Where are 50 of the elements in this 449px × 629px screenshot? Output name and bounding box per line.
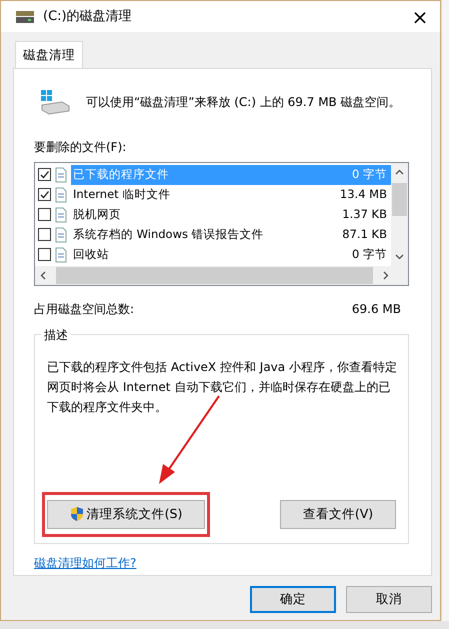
tab[interactable]: 磁盘清理 [15,41,83,69]
checkmark-icon [39,189,50,200]
file-name: 脱机网页 [73,206,121,224]
file-icon [54,246,68,263]
file-size: 87.1 KB [342,226,387,244]
scroll-thumb[interactable] [56,266,373,284]
file-icon [54,186,68,203]
scroll-up-icon [395,168,404,177]
scroll-thumb[interactable] [392,182,407,216]
shield-icon [70,506,84,522]
file-row[interactable]: 脱机网页 1.37 KB [35,204,391,225]
drive-icon [15,10,35,24]
file-icon [54,226,68,243]
description-text: 已下载的程序文件包括 ActiveX 控件和 Java 小程序，你查看特定网页时将会从 Internet 自动下载它们，并临时保存在硬盘上的已下载的程序文件夹中。 [47,358,398,416]
window-title: (C:)的磁盘清理 [43,8,132,26]
close-button[interactable]: × [400,6,440,28]
file-icon [54,166,68,183]
file-size: 0 字节 [352,246,387,264]
horizontal-scrollbar[interactable] [35,266,408,285]
dialog-button[interactable]: 取消 [346,586,432,613]
scroll-down-icon [395,252,404,261]
total-label: 占用磁盘空间总数: [34,300,134,318]
total-value: 69.6 MB [352,300,401,318]
vertical-scrollbar[interactable] [391,162,408,266]
scroll-right-icon [381,270,390,280]
checkmark-icon [39,169,50,180]
summary-text: 可以使用“磁盘清理”来释放 (C:) 上的 69.7 MB 磁盘空间。 [86,94,401,111]
checkbox[interactable] [38,228,51,242]
action-button[interactable]: 清理系统文件(S) [47,500,205,529]
checkbox[interactable] [38,188,51,202]
file-size: 13.4 MB [340,186,387,204]
file-row[interactable]: Internet 临时文件 13.4 MB [35,184,391,205]
action-button[interactable]: 查看文件(V) [280,500,396,529]
file-row[interactable]: 回收站 0 字节 [35,244,391,265]
dialog-button[interactable]: 确定 [250,586,336,613]
file-name: Internet 临时文件 [73,186,170,204]
file-name: 系统存档的 Windows 错误报告文件 [73,226,264,244]
checkbox[interactable] [38,248,51,262]
file-name: 已下载的程序文件 [73,166,169,184]
file-icon [54,206,68,223]
files-label: 要删除的文件(F): [34,138,126,156]
scroll-left-icon [39,270,48,280]
help-link[interactable]: 磁盘清理如何工作? [34,554,136,572]
windows-drive-icon [40,88,70,115]
file-size: 0 字节 [352,166,387,184]
checkbox[interactable] [38,168,51,182]
checkbox[interactable] [38,208,51,222]
file-row[interactable]: 系统存档的 Windows 错误报告文件 87.1 KB [35,224,391,245]
file-size: 1.37 KB [342,206,387,224]
file-name: 回收站 [73,246,109,264]
